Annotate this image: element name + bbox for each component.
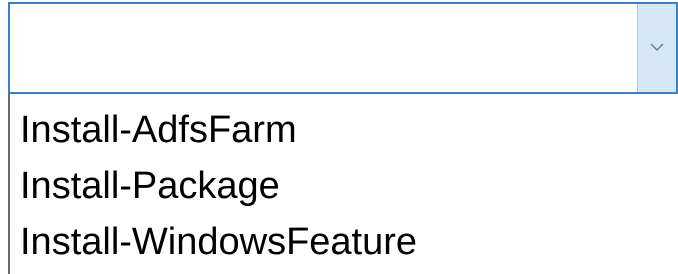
chevron-down-icon (649, 39, 665, 57)
option-install-windowsfeature[interactable]: Install-WindowsFeature (10, 214, 678, 270)
dropdown-toggle-button[interactable] (637, 4, 676, 92)
command-combobox[interactable] (8, 2, 678, 94)
combobox-value[interactable] (22, 4, 636, 92)
option-install-package[interactable]: Install-Package (10, 158, 678, 214)
option-install-adfsfarm[interactable]: Install-AdfsFarm (10, 102, 678, 158)
dropdown-list: Install-AdfsFarm Install-Package Install… (8, 94, 678, 274)
